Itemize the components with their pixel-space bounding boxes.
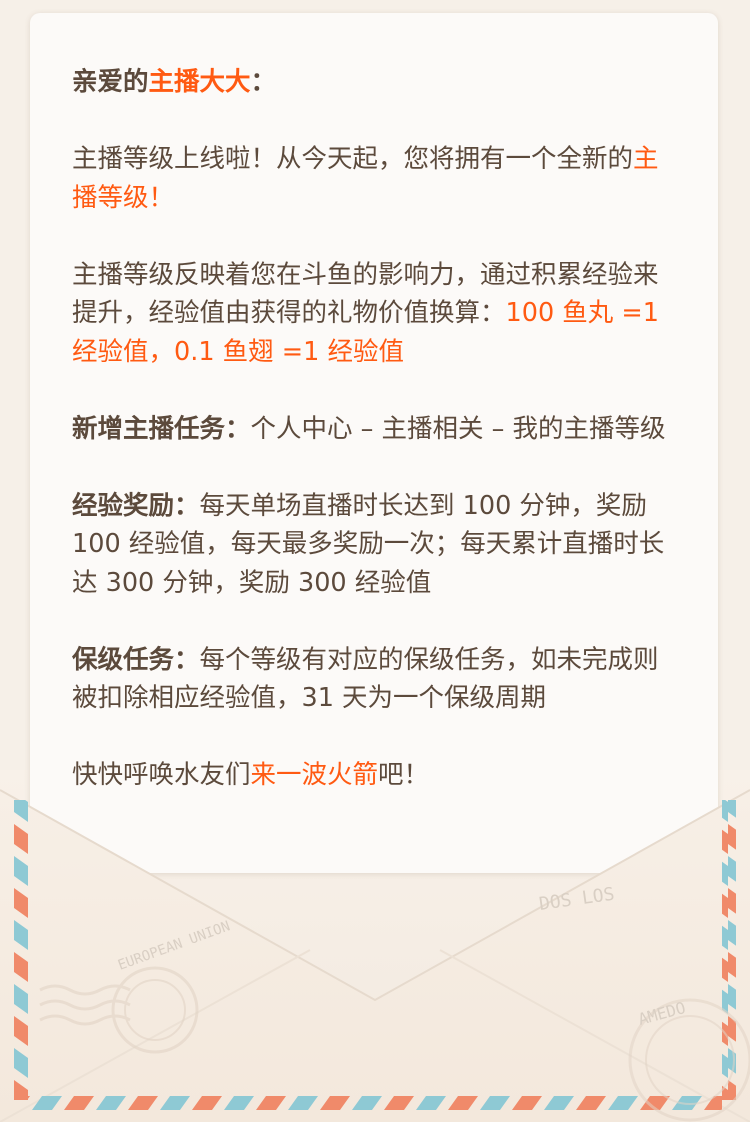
letter-card: 亲爱的主播大大： 主播等级上线啦！从今天起，您将拥有一个全新的主播等级！ 主播等…: [30, 13, 718, 873]
intro-text: 主播等级上线啦！从今天起，您将拥有一个全新的: [72, 144, 634, 174]
greeting-highlight: 主播大大: [148, 67, 251, 97]
keep-level-paragraph: 保级任务：每个等级有对应的保级任务，如未完成则被扣除相应经验值，31 天为一个保…: [72, 641, 682, 718]
greeting-prefix: 亲爱的: [72, 67, 149, 97]
task-new-text: 个人中心 – 主播相关 – 我的主播等级: [250, 413, 666, 444]
task-new-paragraph: 新增主播任务：个人中心 – 主播相关 – 我的主播等级: [72, 410, 682, 449]
intro-paragraph: 主播等级上线啦！从今天起，您将拥有一个全新的主播等级！: [72, 140, 682, 217]
airmail-stripe-left: [14, 800, 28, 1100]
keep-level-label: 保级任务：: [72, 644, 200, 675]
envelope-flap: [0, 790, 750, 1122]
greeting-suffix: ：: [250, 67, 277, 97]
intro-suffix: ！: [148, 182, 175, 213]
reward-paragraph: 经验奖励：每天单场直播时长达到 100 分钟，奖励 100 经验值，每天最多奖励…: [72, 487, 682, 603]
explain-paragraph: 主播等级反映着您在斗鱼的影响力，通过积累经验来提升，经验值由获得的礼物价值换算：…: [72, 256, 682, 372]
greeting: 亲爱的主播大大：: [72, 63, 682, 102]
airmail-stripe-bottom: [28, 1096, 722, 1110]
letter-content: 亲爱的主播大大： 主播等级上线啦！从今天起，您将拥有一个全新的主播等级！ 主播等…: [72, 63, 682, 833]
task-new-label: 新增主播任务：: [72, 413, 251, 444]
envelope-front: EUROPEAN UNION DOS LOS AMEDO: [0, 789, 750, 1122]
reward-label: 经验奖励：: [72, 490, 200, 521]
